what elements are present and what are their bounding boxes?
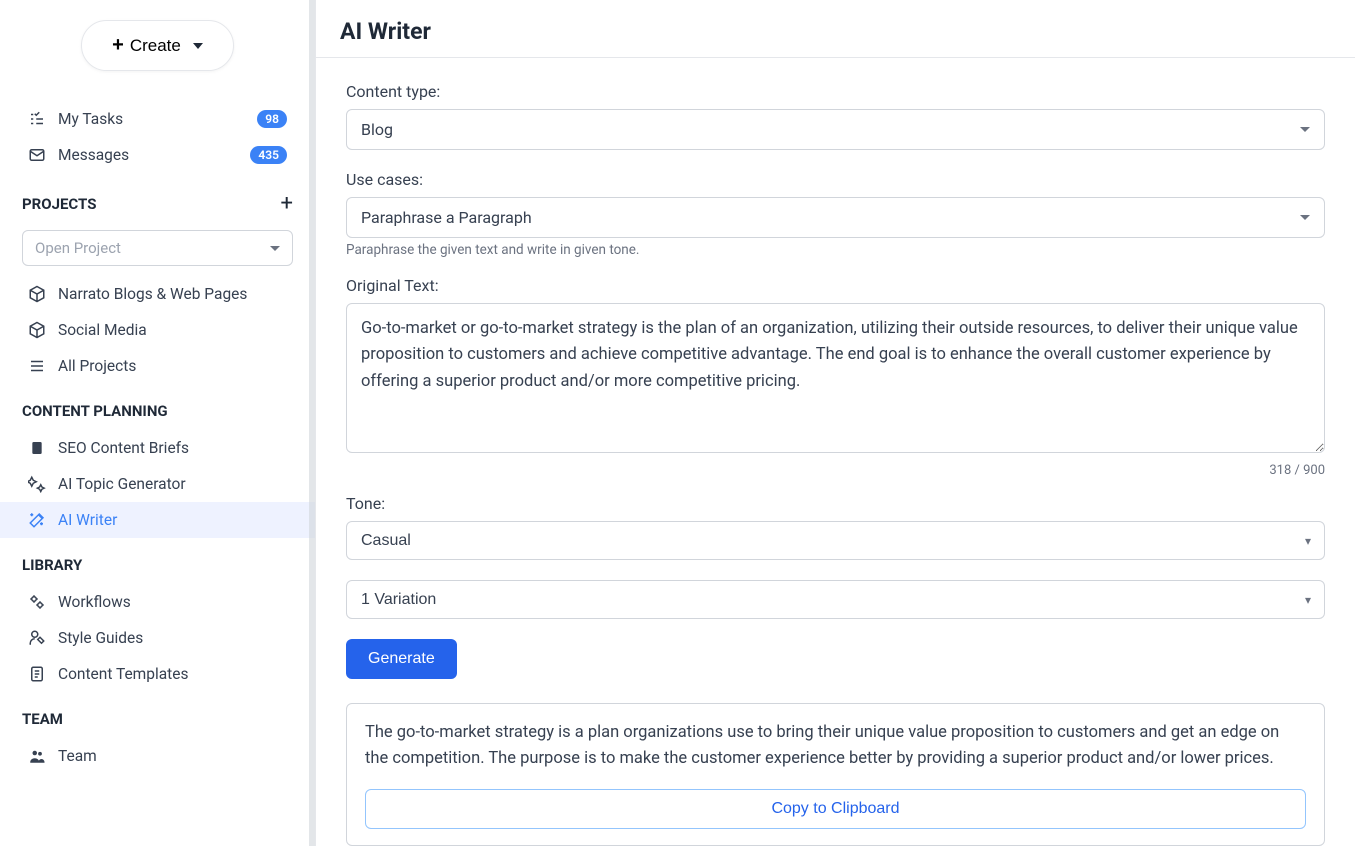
document-icon: [28, 439, 46, 457]
template-icon: [28, 665, 46, 683]
ai-writer-form: Content type: Blog Use cases: Paraphrase…: [316, 58, 1355, 846]
use-cases-select[interactable]: Paraphrase a Paragraph: [346, 197, 1325, 238]
nav-item-label: SEO Content Briefs: [58, 439, 287, 457]
nav-item-label: Content Templates: [58, 665, 287, 683]
nav-item-label: My Tasks: [58, 110, 245, 128]
content-type-select[interactable]: Blog: [346, 109, 1325, 150]
project-item-all[interactable]: All Projects: [0, 348, 315, 384]
cube-icon: [28, 321, 46, 339]
mail-icon: [28, 146, 46, 164]
page-title: AI Writer: [340, 18, 1331, 45]
content-planning-header: CONTENT PLANNING: [0, 384, 315, 430]
plus-icon: +: [112, 34, 124, 57]
nav-item-label: Style Guides: [58, 629, 287, 647]
nav-item-label: All Projects: [58, 357, 287, 375]
section-title: PROJECTS: [22, 195, 96, 213]
nav-topic-generator[interactable]: AI Topic Generator: [0, 466, 315, 502]
open-project-label: Open Project: [35, 239, 121, 257]
badge: 435: [250, 146, 287, 164]
generate-button[interactable]: Generate: [346, 639, 457, 679]
nav-item-label: AI Writer: [58, 511, 287, 529]
nav-ai-writer[interactable]: AI Writer: [0, 502, 315, 538]
create-button[interactable]: + Create: [81, 20, 234, 71]
project-item[interactable]: Narrato Blogs & Web Pages: [0, 276, 315, 312]
user-edit-icon: [28, 629, 46, 647]
sidebar: + Create My Tasks 98 Messages 435 PROJEC…: [0, 0, 316, 846]
variation-select[interactable]: 1 Variation: [346, 580, 1325, 619]
nav-item-label: Team: [58, 747, 287, 765]
nav-seo-briefs[interactable]: SEO Content Briefs: [0, 430, 315, 466]
nav-item-label: Social Media: [58, 321, 287, 339]
add-project-button[interactable]: +: [281, 191, 293, 216]
section-title: TEAM: [22, 710, 63, 728]
original-text-label: Original Text:: [346, 276, 1325, 295]
content-type-label: Content type:: [346, 82, 1325, 101]
nav-item-label: Messages: [58, 146, 238, 164]
nav-messages[interactable]: Messages 435: [0, 137, 315, 173]
result-box: The go-to-market strategy is a plan orga…: [346, 703, 1325, 846]
nav-style-guides[interactable]: Style Guides: [0, 620, 315, 656]
open-project-select[interactable]: Open Project: [22, 230, 293, 266]
cube-icon: [28, 285, 46, 303]
users-icon: [28, 747, 46, 765]
result-text: The go-to-market strategy is a plan orga…: [365, 720, 1306, 773]
chevron-down-icon: [270, 246, 280, 251]
nav-item-label: Workflows: [58, 593, 287, 611]
nav-item-label: Narrato Blogs & Web Pages: [58, 285, 287, 303]
use-cases-help: Paraphrase the given text and write in g…: [346, 242, 1325, 258]
tasks-icon: [28, 110, 46, 128]
select-value: Paraphrase a Paragraph: [361, 208, 532, 227]
tone-select[interactable]: Casual: [346, 521, 1325, 560]
chevron-down-icon: [1300, 215, 1310, 220]
sparkle-icon: [28, 475, 46, 493]
main-content: AI Writer Content type: Blog Use cases: …: [316, 0, 1355, 846]
section-title: CONTENT PLANNING: [22, 402, 168, 420]
project-item[interactable]: Social Media: [0, 312, 315, 348]
select-value: Blog: [361, 120, 393, 139]
use-cases-label: Use cases:: [346, 170, 1325, 189]
library-header: LIBRARY: [0, 538, 315, 584]
list-icon: [28, 357, 46, 375]
nav-item-label: AI Topic Generator: [58, 475, 287, 493]
section-title: LIBRARY: [22, 556, 82, 574]
chevron-down-icon: [1300, 127, 1310, 132]
char-count: 318 / 900: [346, 463, 1325, 478]
original-text-input[interactable]: [346, 303, 1325, 453]
nav-workflows[interactable]: Workflows: [0, 584, 315, 620]
projects-header: PROJECTS +: [0, 173, 315, 226]
copy-to-clipboard-button[interactable]: Copy to Clipboard: [365, 789, 1306, 829]
page-header: AI Writer: [316, 0, 1355, 58]
team-header: TEAM: [0, 692, 315, 738]
badge: 98: [257, 110, 287, 128]
nav-content-templates[interactable]: Content Templates: [0, 656, 315, 692]
create-button-label: Create: [130, 36, 181, 56]
magic-wand-icon: [28, 511, 46, 529]
nav-my-tasks[interactable]: My Tasks 98: [0, 101, 315, 137]
chevron-down-icon: [193, 43, 203, 49]
nav-team[interactable]: Team: [0, 738, 315, 774]
tone-label: Tone:: [346, 494, 1325, 513]
gears-icon: [28, 593, 46, 611]
